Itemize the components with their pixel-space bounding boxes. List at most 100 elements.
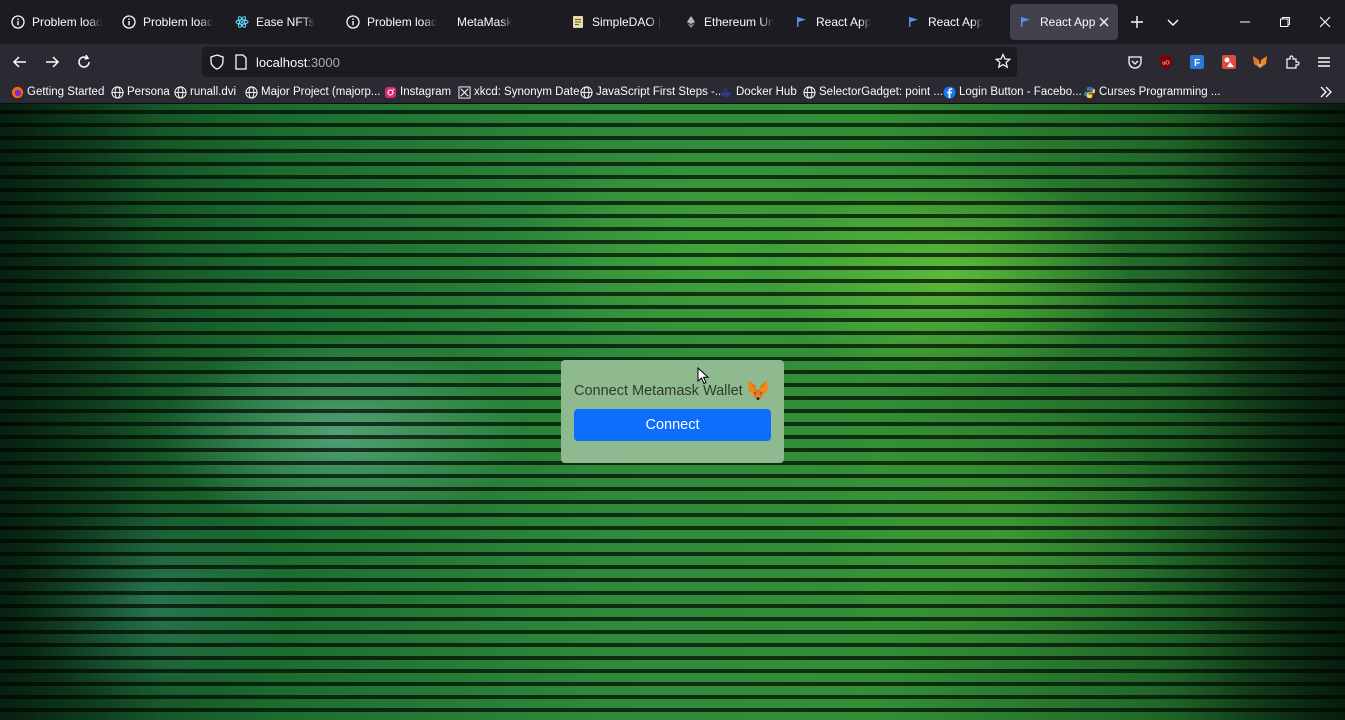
metamask-fox-icon — [746, 378, 770, 402]
arrow-right-icon — [46, 56, 60, 68]
python-icon — [1082, 85, 1096, 99]
tab-title: Ethereum Unit C — [704, 15, 774, 29]
restore-icon — [1280, 17, 1290, 27]
arrow-left-icon — [12, 56, 26, 68]
forward-button[interactable] — [38, 48, 66, 76]
bookmark-instagram[interactable]: Instagram — [383, 84, 451, 100]
extensions-button[interactable] — [1280, 50, 1304, 74]
tab-title: SimpleDAO | Ac — [592, 15, 662, 29]
list-all-tabs-button[interactable] — [1159, 8, 1187, 36]
instagram-icon — [383, 85, 397, 99]
svg-text:uO: uO — [1162, 61, 1170, 67]
tracking-protection-shield-icon[interactable] — [209, 54, 225, 75]
info-icon — [345, 14, 361, 30]
xkcd-icon — [457, 85, 471, 99]
ublock-icon: uO — [1160, 55, 1172, 69]
hamburger-menu-icon — [1318, 57, 1330, 67]
document-icon — [570, 14, 586, 30]
minimize-window-button[interactable] — [1231, 8, 1259, 36]
double-chevron-right-icon — [1320, 86, 1332, 98]
flag-icon — [906, 14, 922, 30]
pocket-button[interactable] — [1123, 50, 1147, 74]
tab-ease-nfts[interactable]: Ease NFTs — [226, 4, 334, 40]
tab-title: MetaMask — [457, 15, 513, 29]
restore-window-button[interactable] — [1271, 8, 1299, 36]
mouse-cursor-icon — [697, 367, 709, 385]
firefox-icon — [10, 85, 24, 99]
close-window-button[interactable] — [1311, 8, 1339, 36]
back-button[interactable] — [6, 48, 34, 76]
tab-simpledao[interactable]: SimpleDAO | Ac — [562, 4, 670, 40]
bookmark-label: runall.dvi — [190, 86, 237, 98]
globe-icon — [173, 85, 187, 99]
bookmark-docker-hub[interactable]: Docker Hub — [719, 84, 797, 100]
chevron-down-icon — [1167, 19, 1179, 26]
bookmark-label: Docker Hub — [736, 86, 797, 98]
close-tab-icon[interactable] — [1096, 14, 1112, 30]
tab-metamask[interactable]: MetaMask — [449, 4, 557, 40]
bookmark-label: JavaScript First Steps -... — [596, 86, 725, 98]
tab-react-app-1[interactable]: React App — [786, 4, 894, 40]
tab-title: Problem loading page — [143, 15, 213, 29]
bookmark-label: SelectorGadget: point ... — [819, 86, 944, 98]
globe-icon — [110, 85, 124, 99]
ublock-origin-button[interactable]: uO — [1154, 50, 1178, 74]
bookmark-label: Instagram — [400, 86, 452, 98]
extension-f-icon: F — [1190, 55, 1204, 69]
puzzle-icon — [1286, 55, 1300, 69]
app-menu-button[interactable] — [1312, 50, 1336, 74]
url-host: localhost — [256, 55, 308, 70]
tab-problem-loading-2[interactable]: Problem loading page — [113, 4, 221, 40]
flag-icon — [794, 14, 810, 30]
bookmark-major-project[interactable]: Major Project (majorp... — [244, 84, 381, 100]
bookmark-persona[interactable]: Persona — [110, 84, 170, 100]
bookmark-curses-programming[interactable]: Curses Programming ... — [1082, 84, 1220, 100]
bookmark-label: Getting Started — [27, 86, 105, 98]
bookmark-selectorgadget[interactable]: SelectorGadget: point ... — [802, 84, 943, 100]
url-text[interactable]: localhost:3000 — [256, 55, 340, 70]
globe-icon — [579, 85, 593, 99]
tab-title: React App — [928, 15, 984, 29]
tab-ethereum-unit[interactable]: Ethereum Unit C — [674, 4, 782, 40]
navigation-toolbar: localhost:3000 uO F — [0, 44, 1345, 80]
tab-problem-loading-3[interactable]: Problem loading page — [337, 4, 445, 40]
tab-title: React App — [1040, 15, 1096, 29]
url-port: :3000 — [307, 55, 340, 70]
flag-icon — [1018, 14, 1034, 30]
extension-red-button[interactable] — [1217, 50, 1241, 74]
page-info-icon[interactable] — [234, 54, 248, 75]
globe-icon — [802, 85, 816, 99]
bookmark-star-icon[interactable] — [994, 53, 1012, 74]
metamask-extension-button[interactable] — [1248, 50, 1272, 74]
page-content: Connect Metamask Wallet Connect — [0, 104, 1345, 720]
bookmark-xkcd[interactable]: xkcd: Synonym Date — [457, 84, 579, 100]
tab-title: Ease NFTs — [256, 15, 315, 29]
info-icon — [10, 14, 26, 30]
reload-icon — [78, 54, 90, 68]
bookmark-label: xkcd: Synonym Date — [474, 86, 580, 98]
bookmark-javascript-first-steps[interactable]: JavaScript First Steps -... — [579, 84, 724, 100]
docker-icon — [719, 85, 733, 99]
reload-button[interactable] — [70, 48, 98, 76]
connect-wallet-card: Connect Metamask Wallet Connect — [561, 360, 784, 463]
connect-wallet-button[interactable]: Connect — [574, 409, 771, 441]
bookmark-getting-started[interactable]: Getting Started — [10, 84, 104, 100]
pocket-icon — [1128, 56, 1142, 69]
url-bar[interactable]: localhost:3000 — [202, 47, 1017, 77]
new-tab-button[interactable] — [1123, 8, 1151, 36]
tab-strip: Problem loading page Problem loading pag… — [0, 0, 1345, 44]
tab-problem-loading-1[interactable]: Problem loading page — [2, 4, 110, 40]
tab-react-app-active[interactable]: React App — [1010, 4, 1118, 40]
svg-text:F: F — [1194, 58, 1200, 69]
bookmark-runall[interactable]: runall.dvi — [173, 84, 236, 100]
bookmark-label: Login Button - Facebo... — [959, 86, 1082, 98]
metamask-fox-icon — [1253, 56, 1267, 68]
bookmark-label: Major Project (majorp... — [261, 86, 381, 98]
close-icon — [1319, 16, 1331, 28]
minimize-icon — [1240, 21, 1250, 23]
tab-react-app-2[interactable]: React App — [898, 4, 1006, 40]
bookmark-facebook-login-button[interactable]: Login Button - Facebo... — [942, 84, 1082, 100]
extension-f-button[interactable]: F — [1185, 50, 1209, 74]
more-bookmarks-button[interactable] — [1319, 84, 1333, 100]
tab-title: Problem loading page — [32, 15, 102, 29]
